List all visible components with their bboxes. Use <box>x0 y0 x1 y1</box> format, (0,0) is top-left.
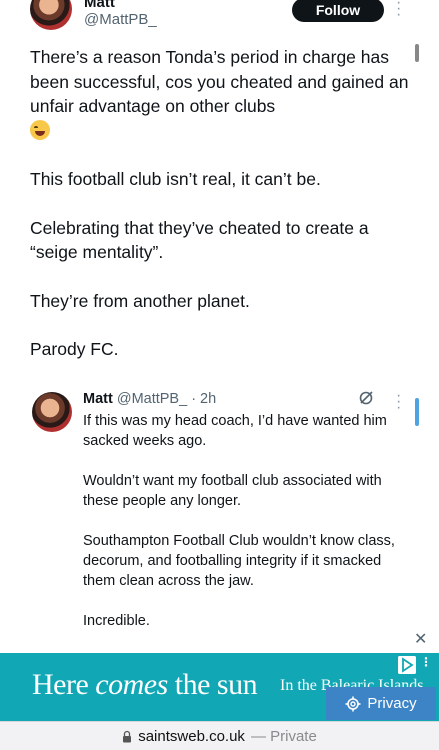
reply-paragraph: Southampton Football Club wouldn’t know … <box>83 533 395 589</box>
privacy-label: Privacy <box>367 695 417 712</box>
tweet-paragraph: They’re from another planet. <box>30 290 250 311</box>
reply-avatar[interactable] <box>32 392 72 432</box>
tweet-header: Matt @MattPB_ Follow · · · <box>0 0 439 40</box>
privacy-button[interactable]: Privacy <box>326 687 436 720</box>
tweet-paragraph: Parody FC. <box>30 339 119 359</box>
reply-paragraph: Incredible. <box>83 613 150 629</box>
tweet-paragraph: Celebrating that they’ve cheated to crea… <box>30 217 369 263</box>
close-icon[interactable]: ✕ <box>414 629 427 649</box>
tweet-paragraph: There’s a reason Tonda’s period in charg… <box>30 45 415 143</box>
author-name[interactable]: Matt <box>84 0 115 11</box>
author-handle[interactable]: @MattPB_ <box>84 11 157 28</box>
reply-author-name[interactable]: Matt <box>83 391 113 407</box>
reply-paragraph: If this was my head coach, I’d have want… <box>83 413 387 449</box>
ad-headline: Here comes the sun <box>32 668 258 701</box>
reply-text: If this was my head coach, I’d have want… <box>83 411 403 631</box>
url-domain: saintsweb.co.uk <box>138 727 245 745</box>
grok-icon[interactable] <box>358 390 374 406</box>
avatar[interactable] <box>30 0 72 30</box>
browser-url-bar[interactable]: saintsweb.co.uk — Private <box>0 721 439 750</box>
tweet-paragraph: This football club isn’t real, it can’t … <box>30 169 321 189</box>
privacy-gear-icon <box>345 696 361 711</box>
scrollbar[interactable] <box>415 398 419 426</box>
reply-header: Matt @MattPB_ · 2h <box>83 391 216 407</box>
reply-author-handle[interactable]: @MattPB_ <box>117 391 187 407</box>
adchoices-icon[interactable] <box>398 656 416 674</box>
lock-icon <box>123 730 132 742</box>
laughing-emoji-icon <box>30 119 50 140</box>
more-dots-icon[interactable]: · · · <box>396 388 401 416</box>
reply-timestamp[interactable]: · 2h <box>191 391 216 407</box>
scrollbar[interactable] <box>415 44 419 62</box>
private-mode-label: — Private <box>250 727 317 745</box>
reply-paragraph: Wouldn’t want my football club associate… <box>83 473 382 509</box>
more-dots-icon[interactable]: · · · <box>396 0 401 23</box>
follow-button[interactable]: Follow <box>292 0 384 22</box>
close-icon[interactable]: ⋮ <box>420 655 432 669</box>
tweet-text: There’s a reason Tonda’s period in charg… <box>30 45 415 362</box>
